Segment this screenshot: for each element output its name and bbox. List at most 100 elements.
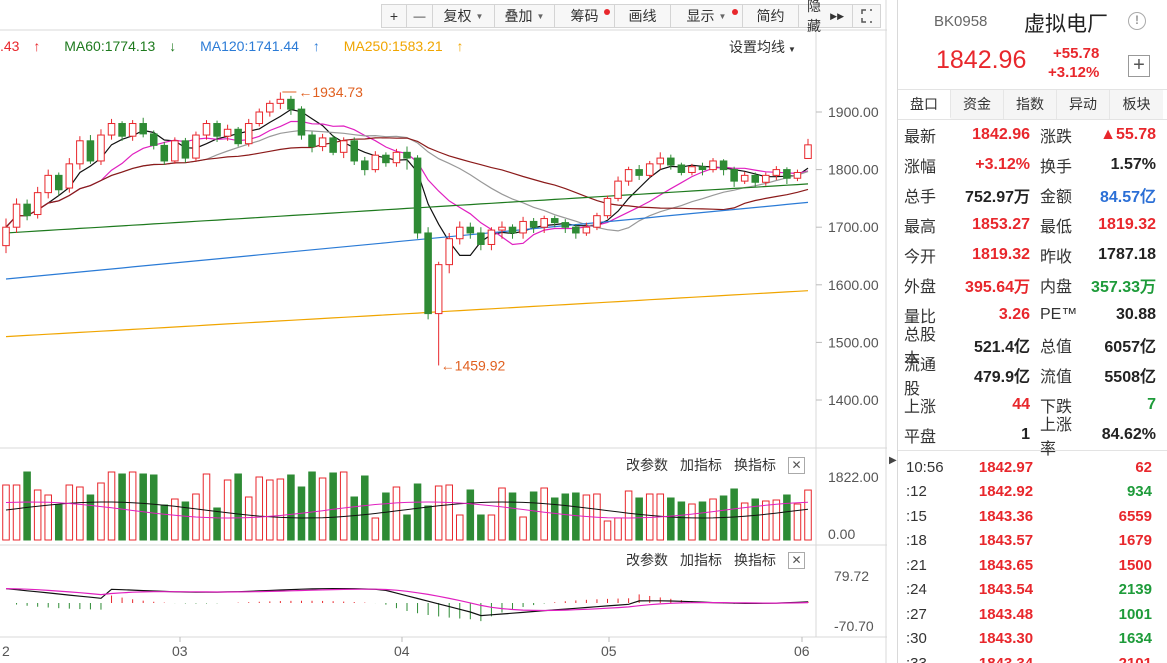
down-arrow-icon: ↓ — [169, 38, 177, 54]
huaxian-button[interactable]: 画线 — [615, 4, 671, 28]
tick-list[interactable]: 10:56 1842.97 62:12 1842.92 934:15 1843.36 655… — [898, 450, 1167, 663]
volume-bar — [730, 488, 738, 541]
macd-change-params-button[interactable]: 改参数 — [626, 550, 668, 570]
quote-value: 1.57% — [1110, 156, 1156, 173]
tick-time: :15 — [906, 507, 927, 525]
jianyue-button[interactable]: 简约 — [743, 4, 799, 28]
quote-value: 7 — [1147, 396, 1156, 413]
tick-time: :27 — [906, 605, 927, 623]
quote-value: 357.33万 — [1091, 279, 1156, 296]
volume-bar — [698, 501, 707, 541]
candle-body — [2, 226, 10, 247]
tick-row: :27 1843.48 1001 — [898, 602, 1167, 627]
volume-bar — [783, 494, 791, 541]
volume-bar — [477, 514, 485, 541]
volume-bar — [255, 476, 264, 541]
candle-body — [466, 226, 475, 234]
quote-row: 最高 1853.27 最低 1819.32 — [898, 210, 1167, 240]
up-arrow-icon: ↑ — [33, 38, 41, 54]
candle-body — [540, 218, 548, 228]
diejia-button[interactable]: 叠加 ▼ — [495, 4, 555, 28]
quote-label: 昨收 — [1040, 249, 1073, 266]
caret-down-icon: ▼ — [475, 11, 484, 21]
candle-body — [455, 226, 464, 240]
caret-down-icon: ▼ — [718, 11, 727, 21]
candle-body — [371, 154, 380, 171]
candle-body — [54, 174, 63, 191]
xianshi-button[interactable]: 显示 ▼ — [671, 4, 743, 28]
set-ma-label: 设置均线 — [729, 39, 785, 55]
info-icon[interactable]: ! — [1128, 12, 1146, 30]
quote-row: 外盘 395.64万 内盘 357.33万 — [898, 270, 1167, 300]
low-marker-label: ←1459.92 — [441, 357, 506, 373]
tab-zijin[interactable]: 资金 — [951, 90, 1004, 119]
candle-body — [645, 163, 654, 176]
volume-bar — [266, 479, 274, 541]
macd-axis-label: 79.72 — [834, 568, 869, 584]
zoom-out-icon: — — [413, 9, 426, 23]
collapse-panel-icon[interactable]: ▶ — [889, 455, 897, 466]
volume-bar — [392, 486, 401, 541]
tick-price: 1843.34 — [960, 655, 1052, 663]
candle-body — [139, 123, 147, 135]
yincang-button[interactable]: 隐藏 ▶▶ — [799, 0, 853, 34]
candle-body — [318, 137, 327, 148]
tab-pankou[interactable]: 盘口 — [898, 90, 951, 119]
quote-header: BK0958 虚拟电厂 ! 1842.96 +55.78 +3.12% + — [898, 0, 1167, 90]
volume-bar — [223, 479, 232, 541]
volume-bar — [455, 514, 464, 541]
quote-value: 1 — [1021, 426, 1030, 443]
jianyue-label: 简约 — [756, 8, 785, 24]
vol-axis-label: 1822.00 — [828, 469, 879, 485]
kline-chart-area[interactable]: 1900.00 1800.00 1700.00 1600.00 1500.00 1400.… — [0, 0, 887, 663]
quote-row: 今开 1819.32 昨收 1787.18 — [898, 240, 1167, 270]
volume-bar — [709, 498, 717, 541]
volume-bar — [582, 494, 591, 541]
price-axis-label: 1600.00 — [828, 277, 879, 293]
candle-body — [445, 238, 453, 266]
quote-label: 涨跌 — [1040, 129, 1073, 146]
add-watchlist-icon[interactable]: + — [1128, 55, 1150, 77]
vol-change-params-button[interactable]: 改参数 — [626, 455, 668, 475]
macd-close-icon[interactable]: ✕ — [788, 551, 805, 569]
vol-add-indicator-button[interactable]: 加指标 — [680, 455, 722, 475]
candle-body — [719, 160, 728, 171]
zoom-in-button[interactable]: + — [381, 4, 407, 28]
fullscreen-button[interactable] — [853, 4, 881, 28]
tick-price: 1843.36 — [978, 507, 1034, 525]
candle-body — [624, 169, 633, 182]
candle-body — [529, 220, 538, 228]
tab-bankuai[interactable]: 板块 — [1110, 90, 1163, 119]
volume-bar — [139, 473, 147, 541]
date-axis-label: 06 — [794, 643, 810, 659]
quote-value: 3.26 — [998, 306, 1030, 323]
candle-body — [23, 203, 31, 217]
volume-bar — [12, 484, 21, 541]
quote-label: 上涨 — [904, 399, 937, 416]
macd-switch-indicator-button[interactable]: 换指标 — [734, 550, 776, 570]
candle-body — [192, 134, 200, 159]
vol-axis-label: 0.00 — [828, 526, 855, 542]
vol-switch-indicator-button[interactable]: 换指标 — [734, 455, 776, 475]
tab-zhishu[interactable]: 指数 — [1004, 90, 1057, 119]
candle-body — [656, 157, 665, 165]
tick-time: :24 — [906, 581, 927, 599]
candle-body — [487, 229, 496, 245]
chouma-button[interactable]: 筹码 — [555, 4, 615, 28]
candle-body — [572, 226, 580, 234]
volume-bar — [107, 471, 116, 541]
volume-bar — [213, 507, 221, 541]
quote-value: 1819.32 — [972, 246, 1030, 263]
volume-bar — [54, 504, 63, 541]
fuquan-button[interactable]: 复权 ▼ — [433, 4, 495, 28]
vol-close-icon[interactable]: ✕ — [788, 456, 805, 474]
tab-yidong[interactable]: 异动 — [1057, 90, 1110, 119]
candle-body — [97, 134, 105, 162]
tick-volume: 1500 — [1118, 556, 1152, 574]
quote-value: 521.4亿 — [973, 339, 1030, 356]
zoom-out-button[interactable]: — — [407, 4, 433, 28]
quote-value: 1853.27 — [972, 216, 1030, 233]
macd-add-indicator-button[interactable]: 加指标 — [680, 550, 722, 570]
set-ma-button[interactable]: 设置均线 ▼ — [729, 37, 796, 57]
tick-volume: 2139 — [1118, 581, 1152, 599]
